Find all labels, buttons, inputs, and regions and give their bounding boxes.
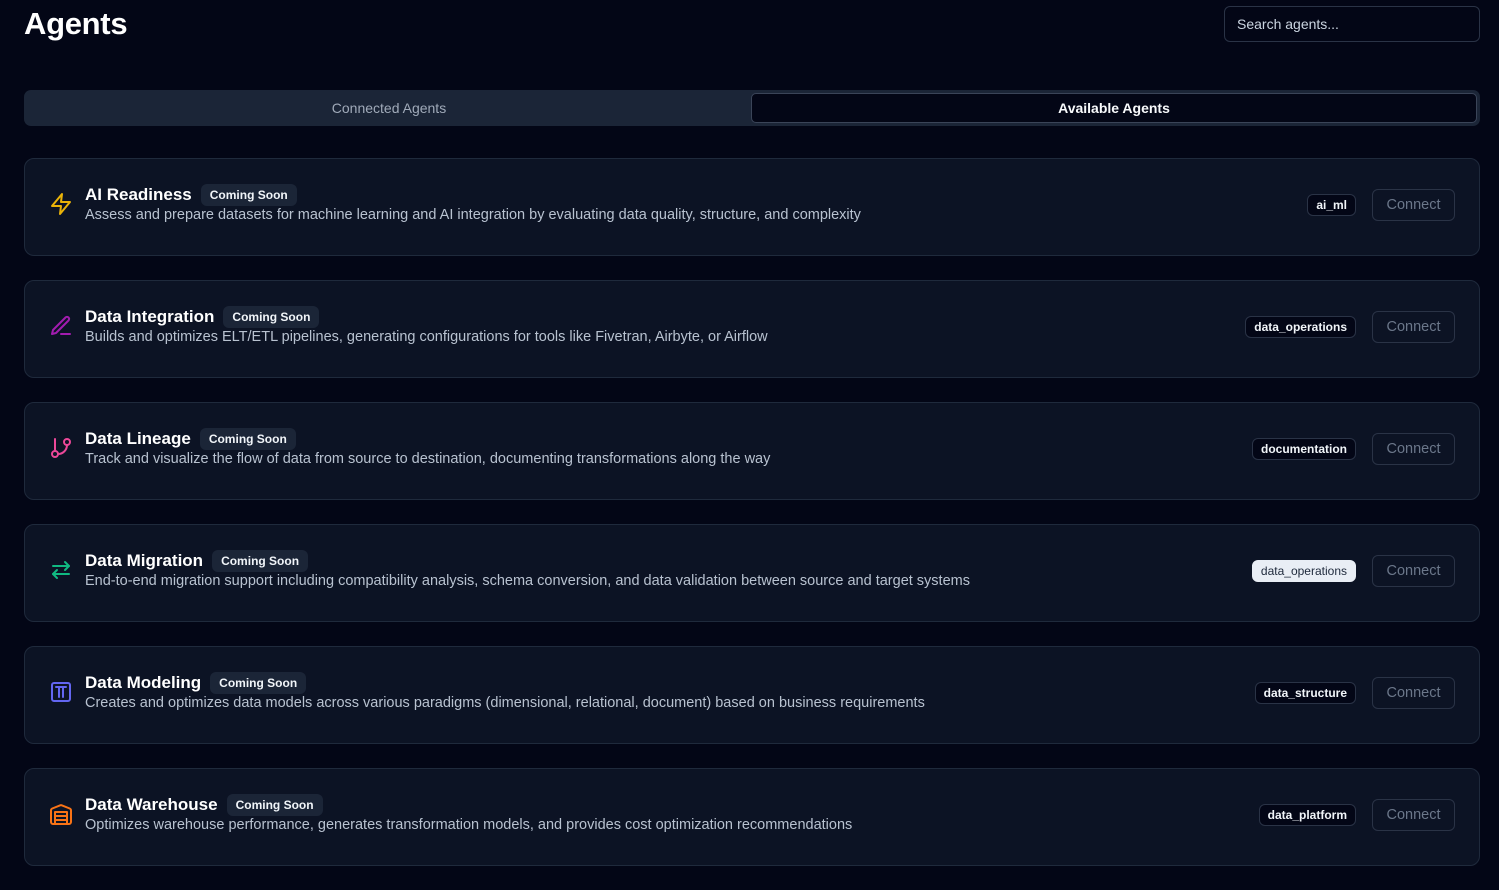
agent-name: Data Integration (85, 307, 215, 326)
category-tag: data_operations (1251, 560, 1356, 582)
coming-soon-badge: Coming Soon (199, 428, 296, 450)
agent-actions: ai_ml Connect (1307, 189, 1455, 221)
agent-name: Data Lineage (85, 429, 191, 448)
agent-actions: data_operations Connect (1245, 311, 1455, 343)
agent-name: Data Modeling (85, 673, 202, 692)
agent-card-data-integration: Data Integration Coming Soon Builds and … (24, 280, 1480, 378)
page-title: Agents (24, 6, 128, 41)
lightning-icon (49, 192, 73, 216)
search-input[interactable] (1224, 6, 1480, 42)
agent-name: Data Migration (85, 551, 204, 570)
connect-button[interactable]: Connect (1372, 433, 1455, 465)
agent-description: Assess and prepare datasets for machine … (85, 207, 861, 223)
agent-description: Optimizes warehouse performance, generat… (85, 817, 853, 833)
agent-card-data-modeling: Data Modeling Coming Soon Creates and op… (24, 646, 1480, 744)
tab-available-agents[interactable]: Available Agents (751, 93, 1477, 123)
agent-actions: data_structure Connect (1254, 677, 1455, 709)
agent-tabs: Connected Agents Available Agents (24, 90, 1480, 126)
category-tag: data_operations (1245, 316, 1356, 338)
connect-button[interactable]: Connect (1372, 311, 1455, 343)
agent-name: AI Readiness (85, 185, 192, 204)
coming-soon-badge: Coming Soon (200, 184, 297, 206)
tab-connected-agents[interactable]: Connected Agents (27, 93, 751, 123)
category-tag: documentation (1252, 438, 1356, 460)
agent-description: Track and visualize the flow of data fro… (85, 451, 771, 467)
agent-description: End-to-end migration support including c… (85, 573, 970, 589)
agent-heading: Data Migration Coming Soon (85, 549, 309, 573)
arrows-exchange-icon (49, 558, 73, 582)
category-tag: data_structure (1254, 682, 1356, 704)
agent-actions: data_platform Connect (1258, 799, 1455, 831)
category-tag: data_platform (1258, 804, 1356, 826)
connect-button[interactable]: Connect (1372, 799, 1455, 831)
agent-card-data-migration: Data Migration Coming Soon End-to-end mi… (24, 524, 1480, 622)
coming-soon-badge: Coming Soon (210, 672, 307, 694)
git-branch-icon (49, 436, 73, 460)
pen-icon (49, 314, 73, 338)
page-header: Agents (24, 0, 1480, 60)
agent-description: Creates and optimizes data models across… (85, 695, 925, 711)
category-tag: ai_ml (1307, 194, 1356, 216)
agent-heading: Data Warehouse Coming Soon (85, 793, 323, 817)
connect-button[interactable]: Connect (1372, 677, 1455, 709)
agent-card-data-warehouse: Data Warehouse Coming Soon Optimizes war… (24, 768, 1480, 866)
agent-heading: Data Integration Coming Soon (85, 305, 320, 329)
agent-list: AI Readiness Coming Soon Assess and prep… (24, 158, 1480, 890)
agent-card-ai-readiness: AI Readiness Coming Soon Assess and prep… (24, 158, 1480, 256)
connect-button[interactable]: Connect (1372, 555, 1455, 587)
coming-soon-badge: Coming Soon (212, 550, 309, 572)
connect-button[interactable]: Connect (1372, 189, 1455, 221)
agent-actions: documentation Connect (1252, 433, 1455, 465)
agent-actions: data_operations Connect (1251, 555, 1455, 587)
agent-heading: AI Readiness Coming Soon (85, 183, 297, 207)
agent-card-data-lineage: Data Lineage Coming Soon Track and visua… (24, 402, 1480, 500)
agent-heading: Data Modeling Coming Soon (85, 671, 307, 695)
warehouse-icon (49, 802, 73, 826)
agent-heading: Data Lineage Coming Soon (85, 427, 296, 451)
pi-square-icon (49, 680, 73, 704)
coming-soon-badge: Coming Soon (223, 306, 320, 328)
agent-name: Data Warehouse (85, 795, 218, 814)
coming-soon-badge: Coming Soon (226, 794, 323, 816)
agent-description: Builds and optimizes ELT/ETL pipelines, … (85, 329, 768, 345)
